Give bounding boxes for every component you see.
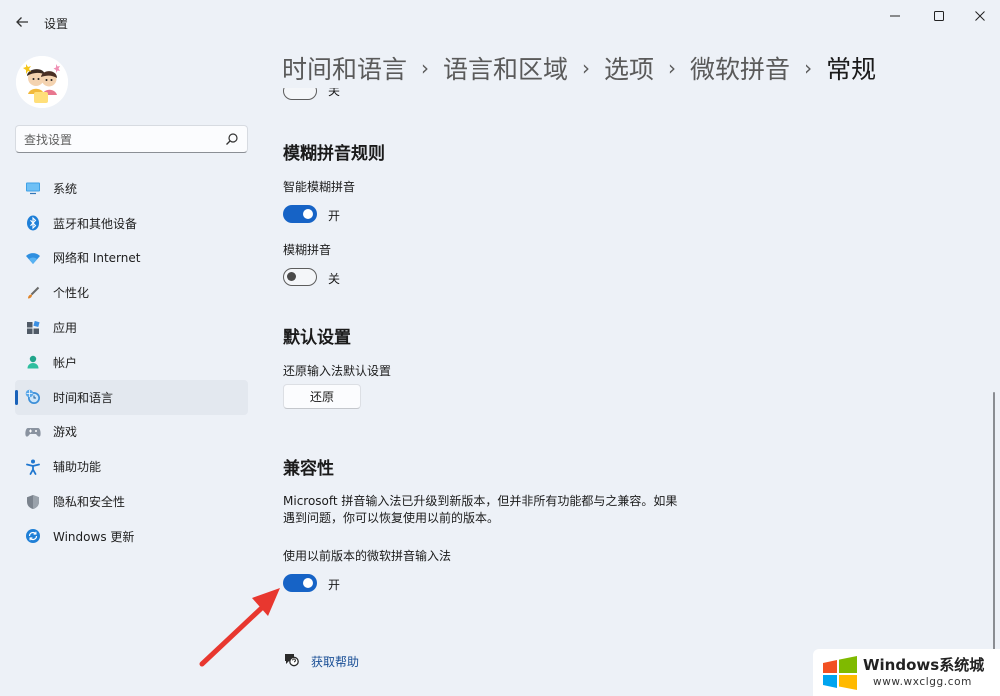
windows-update-icon — [25, 528, 41, 544]
sidebar-item-label: 辅助功能 — [53, 460, 102, 475]
content-scrollbar[interactable] — [993, 392, 995, 652]
cartoon-avatar-image — [16, 56, 68, 108]
smart-fuzzy-state: 开 — [328, 209, 341, 223]
sidebar-item-accessibility[interactable]: 辅助功能 — [15, 449, 248, 484]
sidebar-item-label: 个性化 — [53, 286, 90, 301]
gaming-icon — [25, 424, 41, 440]
search-input[interactable] — [24, 131, 214, 148]
sidebar-item-label: 时间和语言 — [53, 390, 114, 405]
sidebar-item-label: 蓝牙和其他设备 — [53, 216, 138, 231]
annotation-arrow-icon — [199, 588, 280, 667]
watermark-title: Windows系统城 — [863, 656, 985, 674]
watermark-url: www.wxclgg.com — [873, 676, 972, 688]
compatibility-description: Microsoft 拼音输入法已升级到新版本，但并非所有功能都与之兼容。如果遇到… — [283, 494, 678, 525]
fuzzy-pinyin-label: 模糊拼音 — [283, 243, 332, 257]
restore-button[interactable]: 还原 — [283, 384, 361, 409]
sidebar-item-network[interactable]: 网络和 Internet — [15, 241, 248, 276]
sidebar-item-personalization[interactable]: 个性化 — [15, 275, 248, 310]
fuzzy-pinyin-toggle[interactable] — [283, 268, 317, 286]
back-arrow-icon — [16, 17, 28, 27]
legacy-ime-label: 使用以前版本的微软拼音输入法 — [283, 549, 452, 563]
sidebar-item-apps[interactable]: 应用 — [15, 310, 248, 345]
account-icon — [25, 354, 41, 370]
default-settings-heading: 默认设置 — [283, 328, 351, 348]
sidebar-item-windows-update[interactable]: Windows 更新 — [15, 519, 248, 554]
restore-defaults-label: 还原输入法默认设置 — [283, 364, 392, 378]
fuzzy-pinyin-state: 关 — [328, 272, 341, 286]
smart-fuzzy-label: 智能模糊拼音 — [283, 180, 356, 194]
sidebar-item-privacy[interactable]: 隐私和安全性 — [15, 484, 248, 519]
partial-toggle-switch[interactable] — [283, 88, 317, 102]
avatar[interactable] — [16, 56, 68, 108]
network-icon — [25, 250, 41, 266]
apps-icon — [25, 320, 41, 336]
sidebar-item-bluetooth[interactable]: 蓝牙和其他设备 — [15, 206, 248, 241]
system-icon — [25, 180, 41, 196]
sidebar-nav: 系统 蓝牙和其他设备 网络和 Internet 个性化 应用 帐户 时间和语言 … — [15, 171, 248, 554]
sidebar-item-accounts[interactable]: 帐户 — [15, 345, 248, 380]
sidebar-item-label: 系统 — [53, 181, 78, 196]
sidebar-item-label: 隐私和安全性 — [53, 495, 126, 510]
sidebar-item-label: Windows 更新 — [53, 529, 135, 544]
time-language-icon — [25, 389, 41, 405]
bluetooth-icon — [25, 215, 41, 231]
back-button[interactable] — [10, 10, 34, 34]
sidebar-item-label: 应用 — [53, 321, 78, 336]
settings-content: 关 模糊拼音规则 智能模糊拼音 开 模糊拼音 关 默认设置 还原输入法默认设置 … — [282, 0, 982, 696]
personalization-icon — [25, 285, 41, 301]
fuzzy-rules-heading: 模糊拼音规则 — [283, 144, 385, 164]
app-title: 设置 — [44, 17, 69, 31]
legacy-ime-state: 开 — [328, 578, 341, 592]
sidebar-item-label: 网络和 Internet — [53, 251, 141, 266]
privacy-shield-icon — [25, 494, 41, 510]
partial-toggle-state: 关 — [328, 88, 341, 98]
search-icon[interactable] — [225, 132, 239, 146]
settings-window: 设置 系统 — [0, 0, 1000, 696]
smart-fuzzy-toggle[interactable] — [283, 205, 317, 223]
windows-logo-icon — [823, 656, 857, 690]
sidebar-item-system[interactable]: 系统 — [15, 171, 248, 206]
sidebar-item-time-language[interactable]: 时间和语言 — [15, 379, 248, 415]
site-watermark: Windows系统城 www.wxclgg.com — [813, 649, 1000, 696]
get-help-link[interactable]: 获取帮助 — [311, 653, 359, 670]
sidebar-item-label: 帐户 — [53, 355, 78, 370]
search-box[interactable] — [15, 125, 248, 153]
sidebar-item-label: 游戏 — [53, 425, 78, 440]
sidebar-item-gaming[interactable]: 游戏 — [15, 415, 248, 450]
accessibility-icon — [25, 459, 41, 475]
compatibility-heading: 兼容性 — [283, 459, 334, 479]
